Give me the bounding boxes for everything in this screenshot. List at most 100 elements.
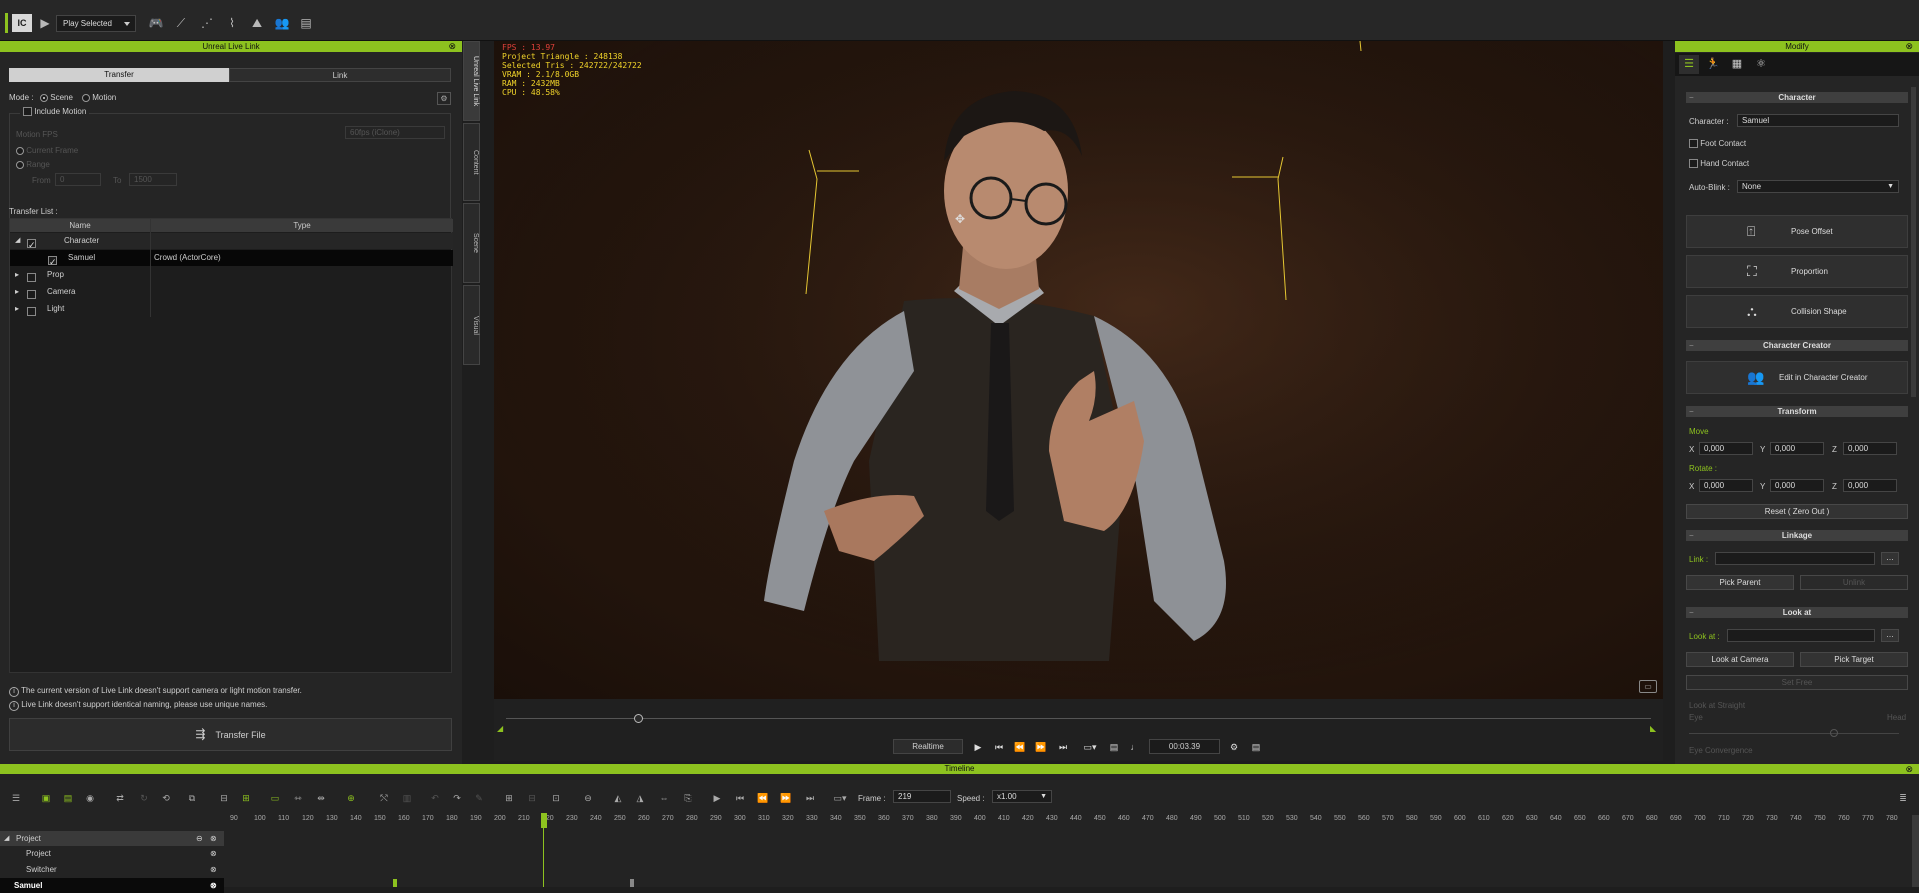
redo-icon[interactable]: ↷ <box>451 792 463 804</box>
link-more-button[interactable]: … <box>1881 552 1899 565</box>
app-logo[interactable]: IC <box>12 14 32 32</box>
tl-loop-icon[interactable]: ▭▾ <box>830 792 850 804</box>
close-icon[interactable]: ⊗ <box>1905 41 1913 52</box>
insert-icon[interactable]: ⊞ <box>503 792 515 804</box>
next-frame-icon[interactable]: ⏩ <box>1034 741 1048 753</box>
add-key-icon[interactable]: ⊕ <box>345 792 357 804</box>
transition-icon[interactable]: ⇿ <box>292 792 304 804</box>
auto-blink-dropdown[interactable]: None ▼ <box>1737 180 1899 193</box>
timeline-scrollbar[interactable] <box>1912 815 1919 887</box>
crowd-icon[interactable]: 👥 <box>273 14 291 32</box>
scrollbar[interactable] <box>1911 87 1916 397</box>
key-icon[interactable]: ▣ <box>40 792 52 804</box>
transform-section-header[interactable]: − Transform <box>1686 406 1908 417</box>
motion-path-icon[interactable]: ⌇ <box>223 14 241 32</box>
foot-contact-checkbox[interactable]: Foot Contact <box>1689 139 1746 149</box>
mode-scene-radio[interactable]: Scene <box>40 93 73 102</box>
current-frame-radio[interactable]: Current Frame <box>16 146 78 155</box>
timeline-ruler[interactable]: 90 100 110 120 130 140 150 160 170 180 190 200 210 22… <box>230 815 1910 826</box>
material-icon[interactable]: ▦ <box>1727 55 1747 74</box>
table-row[interactable]: ▸ Prop <box>10 267 453 283</box>
table-row[interactable]: ◢ Character <box>10 233 453 253</box>
mode-motion-radio[interactable]: Motion <box>82 93 116 102</box>
sliders-icon[interactable]: ☰ <box>1679 55 1699 74</box>
3d-viewport[interactable]: ✥ ▭ <box>494 41 1663 699</box>
remove-track-icon[interactable]: ⊗ <box>210 846 217 861</box>
remove-track-icon[interactable]: ⊗ <box>210 831 217 846</box>
light-checkbox[interactable] <box>27 307 36 317</box>
track-row-project[interactable]: Project ⊗ <box>0 846 224 861</box>
prop-checkbox[interactable] <box>27 273 36 283</box>
pose-offset-button[interactable]: ⍐ Pose Offset <box>1686 215 1908 248</box>
motion-icon[interactable]: 🏃 <box>1703 55 1723 74</box>
track-row-switcher[interactable]: Switcher ⊗ <box>0 862 224 877</box>
comment-icon[interactable]: ▭ <box>1639 680 1657 693</box>
timeline-menu-icon[interactable]: ≣ <box>1897 792 1909 804</box>
expand-arrow-icon[interactable]: ◢ <box>4 831 9 846</box>
export-icon[interactable]: ⎘ <box>682 792 694 804</box>
link-field[interactable] <box>1715 552 1875 565</box>
look-at-section-header[interactable]: − Look at <box>1686 607 1908 618</box>
pick-parent-button[interactable]: Pick Parent <box>1686 575 1794 590</box>
flip-icon[interactable]: ◭ <box>612 792 624 804</box>
copy-icon[interactable]: ⧉ <box>186 792 198 804</box>
stop-icon[interactable]: ⏮ <box>992 741 1006 753</box>
move-z-field[interactable]: 0,000 <box>1843 442 1897 455</box>
speed-dropdown[interactable]: x1.00 ▼ <box>992 790 1052 803</box>
side-tab-scene[interactable]: Scene <box>463 203 480 283</box>
layer-icon[interactable]: ▤ <box>62 792 74 804</box>
tl-play-icon[interactable]: ▶ <box>711 792 723 804</box>
side-tab-visual[interactable]: Visual <box>463 285 480 365</box>
prev-frame-icon[interactable]: ⏪ <box>1013 741 1027 753</box>
expand-arrow-icon[interactable]: ◢ <box>15 233 20 249</box>
edit-in-character-creator-button[interactable]: 👥 Edit in Character Creator <box>1686 361 1908 394</box>
loop-icon[interactable]: ↻ <box>138 792 150 804</box>
playhead-marker[interactable] <box>541 813 547 828</box>
close-icon[interactable]: ⊗ <box>1905 764 1913 774</box>
fit-icon[interactable]: ⊡ <box>550 792 562 804</box>
track-row-samuel[interactable]: Samuel ⊗ <box>0 878 224 893</box>
character-checkbox[interactable] <box>27 237 36 253</box>
eye-head-slider-handle[interactable] <box>1830 729 1838 737</box>
track-list-icon[interactable]: ☰ <box>10 792 22 804</box>
collision-shape-button[interactable]: ⛬ Collision Shape <box>1686 295 1908 328</box>
remove-track-icon[interactable]: ⊗ <box>210 878 217 893</box>
clip-marker[interactable] <box>393 879 397 887</box>
trim-icon[interactable]: ⇹ <box>315 792 327 804</box>
set-free-button[interactable]: Set Free <box>1686 675 1908 690</box>
undo-icon[interactable]: ↶ <box>429 792 441 804</box>
clip-icon[interactable]: ▭ <box>269 792 281 804</box>
time-display[interactable]: 00:03.39 <box>1149 739 1220 754</box>
remove-icon[interactable]: ⊟ <box>526 792 538 804</box>
time-slider-handle[interactable] <box>634 714 643 723</box>
samuel-checkbox[interactable] <box>48 254 57 270</box>
include-motion-checkbox[interactable]: Include Motion <box>20 107 90 117</box>
side-tab-live-link[interactable]: Unreal Live Link <box>463 41 480 121</box>
gamepad-icon[interactable]: 🎮 <box>147 14 165 32</box>
rotate-y-field[interactable]: 0,000 <box>1770 479 1824 492</box>
move-x-field[interactable]: 0,000 <box>1699 442 1753 455</box>
character-section-header[interactable]: − Character <box>1686 92 1908 103</box>
range-end-marker[interactable]: ◣ <box>1650 724 1656 733</box>
track-row-project-group[interactable]: ◢ Project ⊖ ⊗ <box>0 831 224 846</box>
tab-link[interactable]: Link <box>229 68 451 82</box>
tl-stop-icon[interactable]: ⏮ <box>734 792 746 804</box>
range-start-marker[interactable]: ◢ <box>497 724 503 733</box>
frame-field[interactable]: 219 <box>893 790 951 803</box>
transfer-file-button[interactable]: ⇶ Transfer File <box>9 718 452 751</box>
to-field[interactable]: 1500 <box>129 173 177 186</box>
audio-icon[interactable]: ♩ <box>1128 741 1142 753</box>
tl-next-icon[interactable]: ⏩ <box>780 792 792 804</box>
rotate-z-field[interactable]: 0,000 <box>1843 479 1897 492</box>
tab-transfer[interactable]: Transfer <box>9 68 229 82</box>
bake-icon[interactable]: ▥ <box>401 792 413 804</box>
from-field[interactable]: 0 <box>55 173 101 186</box>
table-row[interactable]: ▸ Light <box>10 301 453 317</box>
unlink-button[interactable]: Unlink <box>1800 575 1908 590</box>
look-at-camera-button[interactable]: Look at Camera <box>1686 652 1794 667</box>
character-name-field[interactable]: Samuel <box>1737 114 1899 127</box>
table-row[interactable]: Samuel Crowd (ActorCore) <box>10 250 453 270</box>
look-at-field[interactable] <box>1727 629 1875 642</box>
hand-contact-checkbox[interactable]: Hand Contact <box>1689 159 1749 169</box>
pick-target-button[interactable]: Pick Target <box>1800 652 1908 667</box>
